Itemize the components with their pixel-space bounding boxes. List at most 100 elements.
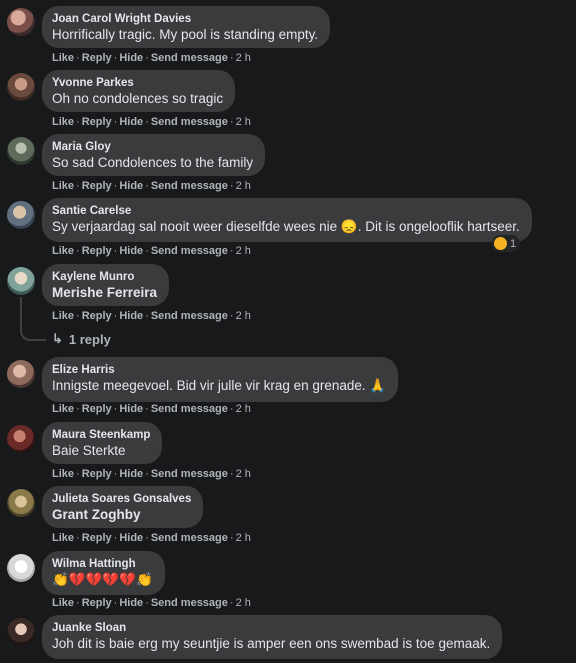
comment-actions: Like · Reply · Hide · Send message · 2 h [52, 245, 251, 257]
timestamp[interactable]: 2 h [236, 52, 251, 64]
avatar[interactable] [7, 8, 35, 36]
hide-link[interactable]: Hide [119, 116, 143, 128]
comment-text: 👏💔💔💔💔👏 [52, 572, 153, 587]
comment-actions: Like · Reply · Hide · Send message · 2 h [52, 468, 251, 480]
like-link[interactable]: Like [52, 597, 74, 609]
view-replies-button[interactable]: ↳ 1 reply [52, 331, 111, 347]
comment-text: Horrifically tragic. My pool is standing… [52, 27, 319, 42]
send-message-link[interactable]: Send message [151, 403, 228, 415]
reply-link[interactable]: Reply [82, 310, 112, 322]
avatar[interactable] [7, 73, 35, 101]
comment-bubble: Yvonne Parkes Oh no condolences so tragi… [42, 70, 236, 112]
like-link[interactable]: Like [52, 52, 74, 64]
like-link[interactable]: Like [52, 310, 74, 322]
hide-link[interactable]: Hide [119, 180, 143, 192]
timestamp[interactable]: 2 h [236, 116, 251, 128]
avatar[interactable] [7, 425, 35, 453]
reaction-count-badge[interactable]: 1 [492, 235, 521, 252]
avatar[interactable] [7, 137, 35, 165]
comment-bubble: Santie Carelse Sy verjaardag sal nooit w… [42, 198, 532, 242]
comment-bubble: Elize Harris Innigste meegevoel. Bid vir… [42, 357, 399, 402]
send-message-link[interactable]: Send message [151, 597, 228, 609]
reply-arrow-icon: ↳ [52, 331, 63, 346]
comment-author[interactable]: Yvonne Parkes [52, 76, 223, 90]
comment-author[interactable]: Kaylene Munro [52, 270, 157, 284]
comment-actions: Like · Reply · Hide · Send message · 2 h [52, 597, 251, 609]
reply-thread-line [20, 297, 46, 341]
send-message-link[interactable]: Send message [151, 52, 228, 64]
reply-link[interactable]: Reply [82, 245, 112, 257]
reply-link[interactable]: Reply [82, 180, 112, 192]
avatar[interactable] [7, 554, 35, 582]
hide-link[interactable]: Hide [119, 310, 143, 322]
comment-bubble: Maria Gloy So sad Condolences to the fam… [42, 134, 266, 176]
timestamp[interactable]: 2 h [236, 468, 251, 480]
comment-author[interactable]: Maria Gloy [52, 140, 253, 154]
reply-link[interactable]: Reply [82, 532, 112, 544]
like-link[interactable]: Like [52, 532, 74, 544]
comment-actions: Like · Reply · Hide · Send message · 2 h [52, 116, 251, 128]
comment-actions: Like · Reply · Hide · Send message · 2 h [52, 403, 251, 415]
comment-actions: Like · Reply · Hide · Send message · 2 h [52, 532, 251, 544]
like-link[interactable]: Like [52, 180, 74, 192]
comment-actions: Like · Reply · Hide · Send message · 2 h [52, 52, 251, 64]
avatar[interactable] [7, 489, 35, 517]
comment-bubble: Julieta Soares Gonsalves Grant Zoghby [42, 486, 204, 528]
send-message-link[interactable]: Send message [151, 245, 228, 257]
sad-reaction-icon [494, 237, 507, 250]
comment-bubble: Juanke Sloan Joh dit is baie erg my seun… [42, 615, 503, 659]
like-link[interactable]: Like [52, 403, 74, 415]
comment-text: So sad Condolences to the family [52, 155, 254, 170]
hide-link[interactable]: Hide [119, 468, 143, 480]
reply-link[interactable]: Reply [82, 52, 112, 64]
mentioned-user-link[interactable]: Grant Zoghby [52, 506, 191, 524]
avatar[interactable] [7, 201, 35, 229]
reply-link[interactable]: Reply [82, 468, 112, 480]
comment-author[interactable]: Julieta Soares Gonsalves [52, 492, 191, 506]
send-message-link[interactable]: Send message [151, 310, 228, 322]
like-link[interactable]: Like [52, 116, 74, 128]
comment-author[interactable]: Santie Carelse [52, 204, 520, 218]
comment-actions: Like · Reply · Hide · Send message · 2 h [52, 180, 251, 192]
like-link[interactable]: Like [52, 468, 74, 480]
comment-bubble: Kaylene Munro Merishe Ferreira [42, 264, 170, 306]
timestamp[interactable]: 2 h [236, 180, 251, 192]
send-message-link[interactable]: Send message [151, 180, 228, 192]
reply-link[interactable]: Reply [82, 403, 112, 415]
timestamp[interactable]: 2 h [236, 597, 251, 609]
comment-actions: Like · Reply · Hide · Send message · 2 h [52, 310, 251, 322]
send-message-link[interactable]: Send message [151, 468, 228, 480]
comment-text: Oh no condolences so tragic [52, 91, 224, 106]
view-replies-label: 1 reply [68, 331, 111, 347]
hide-link[interactable]: Hide [119, 597, 143, 609]
mentioned-user-link[interactable]: Merishe Ferreira [52, 284, 157, 302]
avatar[interactable] [7, 618, 35, 646]
comment-bubble: Wilma Hattingh 👏💔💔💔💔👏 [42, 551, 165, 595]
like-link[interactable]: Like [52, 245, 74, 257]
reaction-count: 1 [510, 237, 517, 250]
comment-author[interactable]: Juanke Sloan [52, 621, 490, 635]
hide-link[interactable]: Hide [119, 403, 143, 415]
comment-text: Sy verjaardag sal nooit weer dieselfde w… [52, 219, 520, 234]
timestamp[interactable]: 2 h [236, 245, 251, 257]
comment-author[interactable]: Wilma Hattingh [52, 557, 153, 571]
comment-author[interactable]: Joan Carol Wright Davies [52, 12, 318, 26]
comment-author[interactable]: Maura Steenkamp [52, 428, 150, 442]
comment-bubble: Joan Carol Wright Davies Horrifically tr… [42, 6, 331, 48]
hide-link[interactable]: Hide [119, 52, 143, 64]
reply-link[interactable]: Reply [82, 116, 112, 128]
send-message-link[interactable]: Send message [151, 116, 228, 128]
comment-bubble: Maura Steenkamp Baie Sterkte [42, 422, 163, 464]
comment-text: Innigste meegevoel. Bid vir julle vir kr… [52, 378, 387, 393]
send-message-link[interactable]: Send message [151, 532, 228, 544]
hide-link[interactable]: Hide [119, 532, 143, 544]
timestamp[interactable]: 2 h [236, 310, 251, 322]
avatar[interactable] [7, 267, 35, 295]
comment-author[interactable]: Elize Harris [52, 363, 386, 377]
reply-link[interactable]: Reply [82, 597, 112, 609]
hide-link[interactable]: Hide [119, 245, 143, 257]
comment-text: Joh dit is baie erg my seuntjie is amper… [52, 636, 491, 651]
avatar[interactable] [7, 360, 35, 388]
timestamp[interactable]: 2 h [236, 403, 251, 415]
timestamp[interactable]: 2 h [236, 532, 251, 544]
